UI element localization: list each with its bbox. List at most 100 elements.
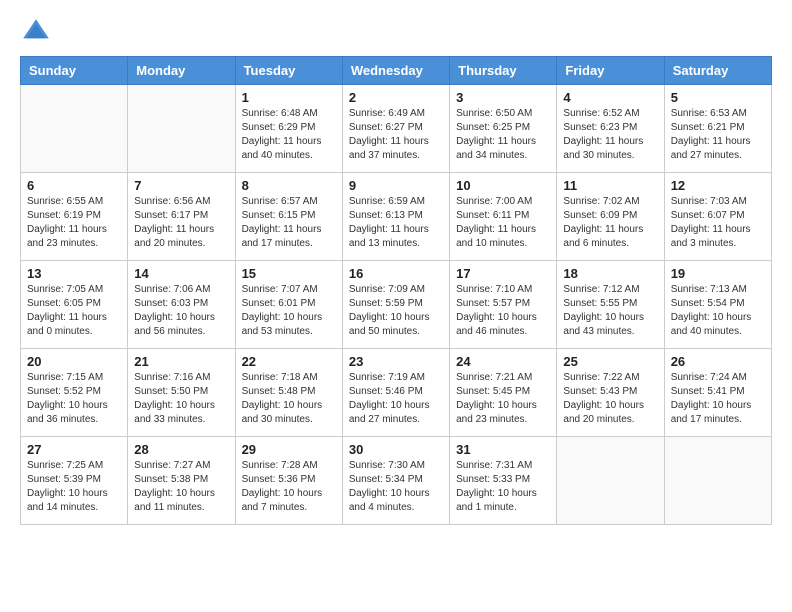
day-number: 5 <box>671 90 765 105</box>
calendar-day-cell: 31 Sunrise: 7:31 AM Sunset: 5:33 PM Dayli… <box>450 437 557 525</box>
calendar-day-cell: 8 Sunrise: 6:57 AM Sunset: 6:15 PM Daylig… <box>235 173 342 261</box>
calendar-day-cell: 26 Sunrise: 7:24 AM Sunset: 5:41 PM Dayli… <box>664 349 771 437</box>
day-detail: Sunrise: 7:22 AM Sunset: 5:43 PM Dayligh… <box>563 371 657 427</box>
day-detail: Sunrise: 7:27 AM Sunset: 5:38 PM Dayligh… <box>134 459 228 515</box>
day-of-week-header: Monday <box>128 57 235 85</box>
calendar-day-cell: 4Sunrise: 6:52 AM Sunset: 6:23 PM Daylig… <box>557 85 664 173</box>
day-number: 2 <box>349 90 443 105</box>
day-number: 8 <box>242 178 336 193</box>
day-number: 9 <box>349 178 443 193</box>
logo-icon <box>20 16 52 48</box>
day-detail: Sunrise: 7:21 AM Sunset: 5:45 PM Dayligh… <box>456 371 550 427</box>
day-number: 20 <box>27 354 121 369</box>
day-number: 18 <box>563 266 657 281</box>
calendar-day-cell: 22 Sunrise: 7:18 AM Sunset: 5:48 PM Dayli… <box>235 349 342 437</box>
day-detail: Sunrise: 7:02 AM Sunset: 6:09 PM Dayligh… <box>563 195 657 251</box>
day-number: 30 <box>349 442 443 457</box>
calendar-week-row: 6 Sunrise: 6:55 AM Sunset: 6:19 PM Daylig… <box>21 173 772 261</box>
day-detail: Sunrise: 6:53 AM Sunset: 6:21 PM Dayligh… <box>671 107 765 163</box>
day-detail: Sunrise: 6:48 AM Sunset: 6:29 PM Dayligh… <box>242 107 336 163</box>
calendar-day-cell: 7 Sunrise: 6:56 AM Sunset: 6:17 PM Daylig… <box>128 173 235 261</box>
day-of-week-header: Wednesday <box>342 57 449 85</box>
calendar-day-cell: 3 Sunrise: 6:50 AM Sunset: 6:25 PM Daylig… <box>450 85 557 173</box>
calendar-day-cell: 28 Sunrise: 7:27 AM Sunset: 5:38 PM Dayli… <box>128 437 235 525</box>
day-number: 1 <box>242 90 336 105</box>
day-number: 24 <box>456 354 550 369</box>
day-number: 25 <box>563 354 657 369</box>
day-number: 3 <box>456 90 550 105</box>
calendar-week-row: 20Sunrise: 7:15 AM Sunset: 5:52 PM Dayli… <box>21 349 772 437</box>
day-detail: Sunrise: 6:50 AM Sunset: 6:25 PM Dayligh… <box>456 107 550 163</box>
day-detail: Sunrise: 7:30 AM Sunset: 5:34 PM Dayligh… <box>349 459 443 515</box>
calendar-day-cell: 15 Sunrise: 7:07 AM Sunset: 6:01 PM Dayli… <box>235 261 342 349</box>
day-number: 21 <box>134 354 228 369</box>
calendar-day-cell <box>664 437 771 525</box>
calendar-day-cell: 20Sunrise: 7:15 AM Sunset: 5:52 PM Dayli… <box>21 349 128 437</box>
calendar-day-cell: 23Sunrise: 7:19 AM Sunset: 5:46 PM Dayli… <box>342 349 449 437</box>
day-number: 15 <box>242 266 336 281</box>
day-number: 12 <box>671 178 765 193</box>
day-detail: Sunrise: 7:09 AM Sunset: 5:59 PM Dayligh… <box>349 283 443 339</box>
calendar-day-cell: 2 Sunrise: 6:49 AM Sunset: 6:27 PM Daylig… <box>342 85 449 173</box>
calendar-day-cell: 24 Sunrise: 7:21 AM Sunset: 5:45 PM Dayli… <box>450 349 557 437</box>
calendar-day-cell: 17 Sunrise: 7:10 AM Sunset: 5:57 PM Dayli… <box>450 261 557 349</box>
calendar-container: SundayMondayTuesdayWednesdayThursdayFrid… <box>0 56 792 535</box>
day-detail: Sunrise: 7:05 AM Sunset: 6:05 PM Dayligh… <box>27 283 121 339</box>
calendar-day-cell: 5 Sunrise: 6:53 AM Sunset: 6:21 PM Daylig… <box>664 85 771 173</box>
day-number: 6 <box>27 178 121 193</box>
day-number: 13 <box>27 266 121 281</box>
calendar-week-row: 1 Sunrise: 6:48 AM Sunset: 6:29 PM Daylig… <box>21 85 772 173</box>
calendar-day-cell: 30 Sunrise: 7:30 AM Sunset: 5:34 PM Dayli… <box>342 437 449 525</box>
calendar-day-cell: 27 Sunrise: 7:25 AM Sunset: 5:39 PM Dayli… <box>21 437 128 525</box>
logo <box>20 16 56 48</box>
calendar-day-cell: 18Sunrise: 7:12 AM Sunset: 5:55 PM Dayli… <box>557 261 664 349</box>
calendar-day-cell: 13 Sunrise: 7:05 AM Sunset: 6:05 PM Dayli… <box>21 261 128 349</box>
day-detail: Sunrise: 7:24 AM Sunset: 5:41 PM Dayligh… <box>671 371 765 427</box>
day-number: 23 <box>349 354 443 369</box>
day-detail: Sunrise: 6:59 AM Sunset: 6:13 PM Dayligh… <box>349 195 443 251</box>
day-number: 29 <box>242 442 336 457</box>
day-detail: Sunrise: 6:57 AM Sunset: 6:15 PM Dayligh… <box>242 195 336 251</box>
day-detail: Sunrise: 7:16 AM Sunset: 5:50 PM Dayligh… <box>134 371 228 427</box>
day-number: 10 <box>456 178 550 193</box>
calendar-day-cell <box>21 85 128 173</box>
day-detail: Sunrise: 7:06 AM Sunset: 6:03 PM Dayligh… <box>134 283 228 339</box>
calendar-day-cell: 16Sunrise: 7:09 AM Sunset: 5:59 PM Dayli… <box>342 261 449 349</box>
day-number: 28 <box>134 442 228 457</box>
calendar-day-cell: 14 Sunrise: 7:06 AM Sunset: 6:03 PM Dayli… <box>128 261 235 349</box>
calendar-day-cell: 10 Sunrise: 7:00 AM Sunset: 6:11 PM Dayli… <box>450 173 557 261</box>
day-number: 19 <box>671 266 765 281</box>
day-detail: Sunrise: 6:56 AM Sunset: 6:17 PM Dayligh… <box>134 195 228 251</box>
calendar-table: SundayMondayTuesdayWednesdayThursdayFrid… <box>20 56 772 525</box>
calendar-day-cell: 9 Sunrise: 6:59 AM Sunset: 6:13 PM Daylig… <box>342 173 449 261</box>
calendar-day-cell <box>557 437 664 525</box>
day-number: 31 <box>456 442 550 457</box>
day-detail: Sunrise: 7:13 AM Sunset: 5:54 PM Dayligh… <box>671 283 765 339</box>
day-detail: Sunrise: 7:31 AM Sunset: 5:33 PM Dayligh… <box>456 459 550 515</box>
day-number: 27 <box>27 442 121 457</box>
day-detail: Sunrise: 6:55 AM Sunset: 6:19 PM Dayligh… <box>27 195 121 251</box>
day-number: 14 <box>134 266 228 281</box>
calendar-day-cell: 11Sunrise: 7:02 AM Sunset: 6:09 PM Dayli… <box>557 173 664 261</box>
day-number: 17 <box>456 266 550 281</box>
day-detail: Sunrise: 7:07 AM Sunset: 6:01 PM Dayligh… <box>242 283 336 339</box>
calendar-week-row: 13 Sunrise: 7:05 AM Sunset: 6:05 PM Dayli… <box>21 261 772 349</box>
day-of-week-header: Sunday <box>21 57 128 85</box>
day-number: 22 <box>242 354 336 369</box>
day-number: 4 <box>563 90 657 105</box>
day-number: 7 <box>134 178 228 193</box>
calendar-day-cell: 12 Sunrise: 7:03 AM Sunset: 6:07 PM Dayli… <box>664 173 771 261</box>
day-detail: Sunrise: 7:10 AM Sunset: 5:57 PM Dayligh… <box>456 283 550 339</box>
day-of-week-header: Saturday <box>664 57 771 85</box>
page-header <box>0 0 792 56</box>
day-detail: Sunrise: 7:28 AM Sunset: 5:36 PM Dayligh… <box>242 459 336 515</box>
day-detail: Sunrise: 7:25 AM Sunset: 5:39 PM Dayligh… <box>27 459 121 515</box>
day-detail: Sunrise: 7:03 AM Sunset: 6:07 PM Dayligh… <box>671 195 765 251</box>
day-detail: Sunrise: 7:18 AM Sunset: 5:48 PM Dayligh… <box>242 371 336 427</box>
calendar-day-cell: 19 Sunrise: 7:13 AM Sunset: 5:54 PM Dayli… <box>664 261 771 349</box>
calendar-day-cell <box>128 85 235 173</box>
day-detail: Sunrise: 7:00 AM Sunset: 6:11 PM Dayligh… <box>456 195 550 251</box>
day-detail: Sunrise: 6:49 AM Sunset: 6:27 PM Dayligh… <box>349 107 443 163</box>
day-number: 26 <box>671 354 765 369</box>
day-of-week-header: Friday <box>557 57 664 85</box>
